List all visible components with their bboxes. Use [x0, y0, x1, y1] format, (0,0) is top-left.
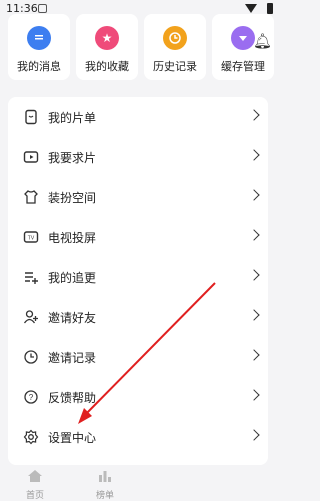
star-icon: ★ — [95, 26, 119, 50]
chevron-right-icon — [248, 229, 260, 241]
home-icon — [27, 468, 43, 487]
notification-icon — [38, 4, 47, 13]
menu-item-feedback[interactable]: ? 反馈帮助 — [8, 377, 268, 417]
tab-rank[interactable]: 榜单 — [80, 468, 130, 501]
menu-label: 我的追更 — [48, 271, 97, 285]
chevron-right-icon — [248, 269, 260, 281]
bell-icon[interactable]: 🔔︎ — [253, 32, 272, 50]
menu-label: 设置中心 — [48, 431, 97, 445]
request-video-icon — [22, 148, 40, 166]
menu-label: 我的片单 — [48, 111, 97, 125]
chevron-right-icon — [248, 349, 260, 361]
chevron-right-icon — [248, 429, 260, 441]
quick-actions: 我的消息 ★ 我的收藏 历史记录 缓存管理 🔔︎ — [8, 14, 274, 80]
quick-action-messages[interactable]: 我的消息 — [8, 14, 70, 80]
menu-label: 反馈帮助 — [48, 391, 97, 405]
download-icon — [231, 26, 255, 50]
menu-list: 我的片单 我要求片 装扮空间 TV 电视投屏 我的追更 邀请好友 邀请记录 ? … — [8, 97, 268, 465]
menu-item-invite[interactable]: 邀请好友 — [8, 297, 268, 337]
chevron-right-icon — [248, 309, 260, 321]
menu-label: 电视投屏 — [48, 231, 97, 245]
menu-item-dressup[interactable]: 装扮空间 — [8, 177, 268, 217]
shirt-icon — [22, 188, 40, 206]
menu-item-invite-records[interactable]: 邀请记录 — [8, 337, 268, 377]
history-icon — [22, 348, 40, 366]
menu-item-settings[interactable]: 设置中心 — [8, 417, 268, 457]
tab-label: 首页 — [25, 491, 44, 501]
settings-icon — [22, 428, 40, 446]
menu-item-tv-cast[interactable]: TV 电视投屏 — [8, 217, 268, 257]
tab-label: 榜单 — [95, 491, 114, 501]
battery-icon — [267, 3, 273, 14]
svg-text:TV: TV — [28, 236, 35, 242]
help-icon: ? — [22, 388, 40, 406]
list-add-icon — [22, 268, 40, 286]
wifi-icon — [245, 4, 257, 13]
bottom-tab-bar: 首页 榜单 — [0, 468, 281, 501]
chevron-right-icon — [248, 109, 260, 121]
chevron-right-icon — [248, 189, 260, 201]
menu-item-request[interactable]: 我要求片 — [8, 137, 268, 177]
quick-action-label: 缓存管理 — [221, 60, 265, 73]
clock-icon — [163, 26, 187, 50]
invite-user-icon — [22, 308, 40, 326]
quick-action-label: 历史记录 — [153, 60, 197, 73]
menu-item-follow[interactable]: 我的追更 — [8, 257, 268, 297]
quick-action-label: 我的消息 — [17, 60, 61, 73]
quick-action-label: 我的收藏 — [85, 60, 129, 73]
chart-icon — [97, 468, 113, 487]
svg-text:?: ? — [29, 393, 34, 402]
quick-action-downloads[interactable]: 缓存管理 🔔︎ — [212, 14, 274, 80]
quick-action-favorites[interactable]: ★ 我的收藏 — [76, 14, 138, 80]
menu-item-playlist[interactable]: 我的片单 — [8, 97, 268, 137]
chevron-right-icon — [248, 149, 260, 161]
menu-label: 装扮空间 — [48, 191, 97, 205]
playlist-icon — [22, 108, 40, 126]
menu-label: 邀请好友 — [48, 311, 97, 325]
menu-label: 我要求片 — [48, 151, 97, 165]
chevron-right-icon — [248, 389, 260, 401]
tab-home[interactable]: 首页 — [10, 468, 60, 501]
tv-icon: TV — [22, 228, 40, 246]
message-icon — [27, 26, 51, 50]
quick-action-history[interactable]: 历史记录 — [144, 14, 206, 80]
menu-label: 邀请记录 — [48, 351, 97, 365]
